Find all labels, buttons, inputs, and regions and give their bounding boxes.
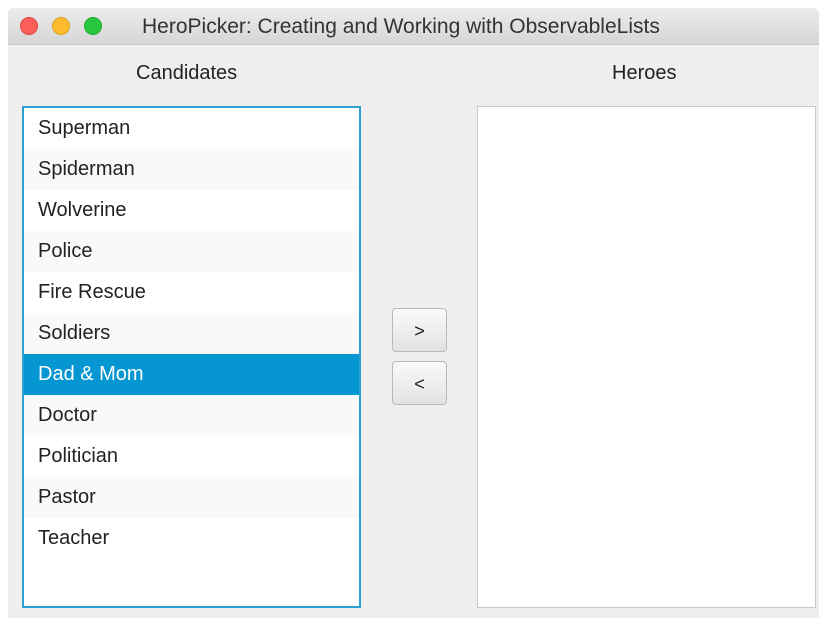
list-item[interactable]: Superman bbox=[24, 108, 359, 149]
list-item[interactable]: Spiderman bbox=[24, 149, 359, 190]
heroes-label: Heroes bbox=[612, 62, 677, 84]
app-window: HeroPicker: Creating and Working with Ob… bbox=[8, 8, 819, 618]
list-item[interactable]: Pastor bbox=[24, 477, 359, 518]
list-item[interactable]: Doctor bbox=[24, 395, 359, 436]
list-item[interactable]: Teacher bbox=[24, 518, 359, 559]
candidates-list[interactable]: Superman Spiderman Wolverine Police Fire Res… bbox=[22, 106, 361, 608]
window-title: HeroPicker: Creating and Working with Ob… bbox=[142, 15, 660, 38]
title-bar[interactable]: HeroPicker: Creating and Working with Ob… bbox=[8, 8, 819, 45]
maximize-window-icon[interactable] bbox=[84, 17, 102, 35]
list-item[interactable]: Politician bbox=[24, 436, 359, 477]
list-item[interactable]: Wolverine bbox=[24, 190, 359, 231]
heroes-list[interactable] bbox=[477, 106, 816, 608]
list-item[interactable]: Police bbox=[24, 231, 359, 272]
list-item[interactable]: Soldiers bbox=[24, 313, 359, 354]
list-item-selected[interactable]: Dad & Mom bbox=[24, 354, 359, 395]
close-window-icon[interactable] bbox=[20, 17, 38, 35]
minimize-window-icon[interactable] bbox=[52, 17, 70, 35]
add-to-heroes-button[interactable]: > bbox=[392, 308, 447, 352]
remove-from-heroes-button[interactable]: < bbox=[392, 361, 447, 405]
list-item[interactable]: Fire Rescue bbox=[24, 272, 359, 313]
candidates-label: Candidates bbox=[136, 62, 238, 84]
